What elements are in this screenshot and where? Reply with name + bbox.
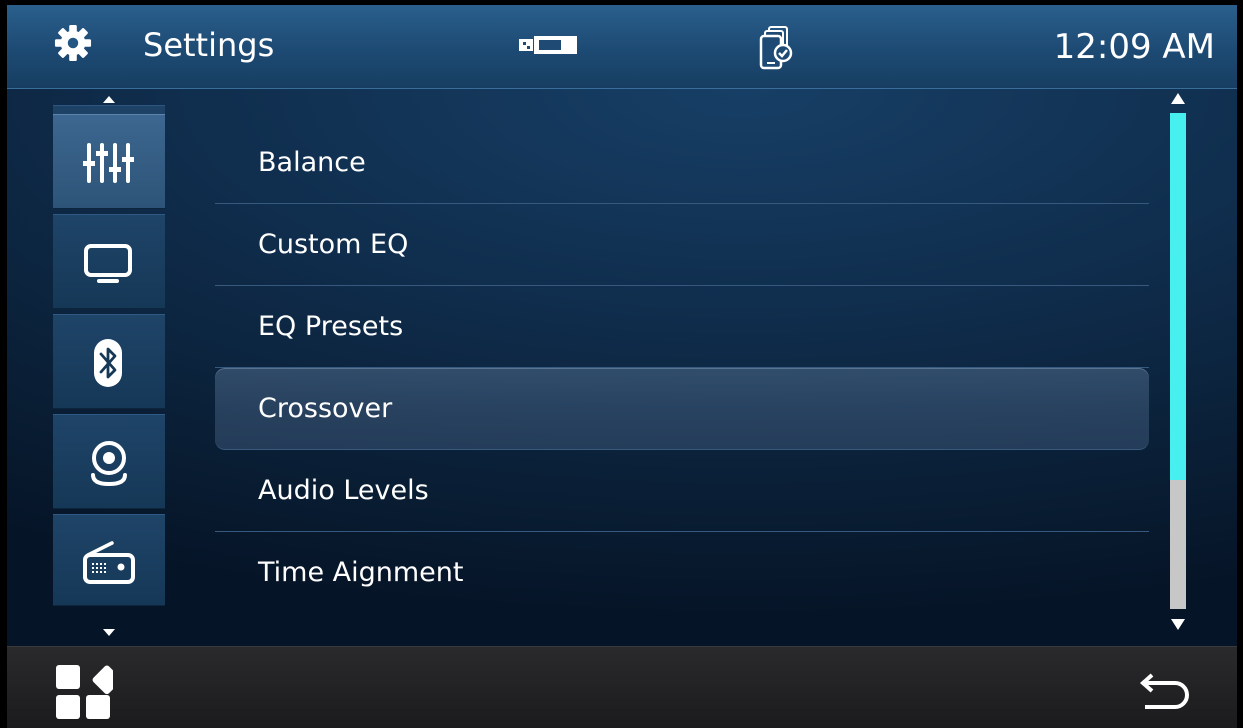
list-item-label: EQ Presets — [258, 311, 404, 342]
sidebar-item-radio[interactable] — [53, 514, 165, 606]
list-item-audio-levels[interactable]: Audio Levels — [215, 450, 1149, 532]
phone-link-icon — [759, 26, 793, 70]
monitor-icon — [84, 244, 132, 283]
sidebar-item-camera[interactable] — [53, 414, 165, 509]
sidebar-item-audio[interactable] — [53, 114, 165, 209]
list-item-crossover[interactable]: Crossover — [215, 368, 1149, 450]
status-header: Settings 12:09 AM — [7, 5, 1237, 89]
main-area: Balance Custom EQ EQ Presets Crossover A… — [7, 89, 1237, 646]
list-item-eq-presets[interactable]: EQ Presets — [215, 286, 1149, 368]
list-item-label: Custom EQ — [258, 229, 409, 260]
sidebar-item-bluetooth[interactable] — [53, 314, 165, 409]
bluetooth-icon — [94, 339, 122, 387]
settings-list: Balance Custom EQ EQ Presets Crossover A… — [215, 122, 1149, 614]
head-unit-screen: Settings 12:09 AM Balance Custom EQ EQ P… — [7, 5, 1237, 728]
sidebar-cap — [53, 105, 165, 114]
camera-icon — [91, 441, 127, 487]
apps-grid-icon[interactable] — [53, 662, 113, 722]
sidebar-scroll-down-icon[interactable] — [103, 629, 115, 636]
list-item-balance[interactable]: Balance — [215, 122, 1149, 204]
scrollbar-thumb[interactable] — [1170, 113, 1186, 481]
back-arrow-icon[interactable] — [1131, 671, 1193, 711]
usb-icon — [519, 36, 577, 54]
clock: 12:09 AM — [1053, 27, 1215, 67]
scroll-down-arrow-icon[interactable] — [1171, 619, 1185, 630]
list-item-label: Audio Levels — [258, 475, 429, 506]
category-sidebar — [53, 89, 165, 646]
scroll-up-arrow-icon[interactable] — [1171, 93, 1185, 104]
equalizer-sliders-icon — [83, 143, 134, 183]
gear-icon — [54, 24, 92, 62]
sidebar-scroll-up-icon[interactable] — [103, 96, 115, 103]
list-item-label: Time Aignment — [258, 557, 464, 588]
list-item-custom-eq[interactable]: Custom EQ — [215, 204, 1149, 286]
sidebar-item-display[interactable] — [53, 214, 165, 309]
list-item-label: Crossover — [258, 393, 393, 424]
list-item-time-alignment[interactable]: Time Aignment — [215, 532, 1149, 614]
page-title: Settings — [143, 26, 275, 64]
scrollbar-track[interactable] — [1170, 113, 1186, 609]
radio-icon — [83, 541, 135, 584]
list-item-label: Balance — [258, 147, 366, 178]
bottom-bar — [7, 646, 1237, 728]
list-scrollbar[interactable] — [1167, 89, 1189, 646]
